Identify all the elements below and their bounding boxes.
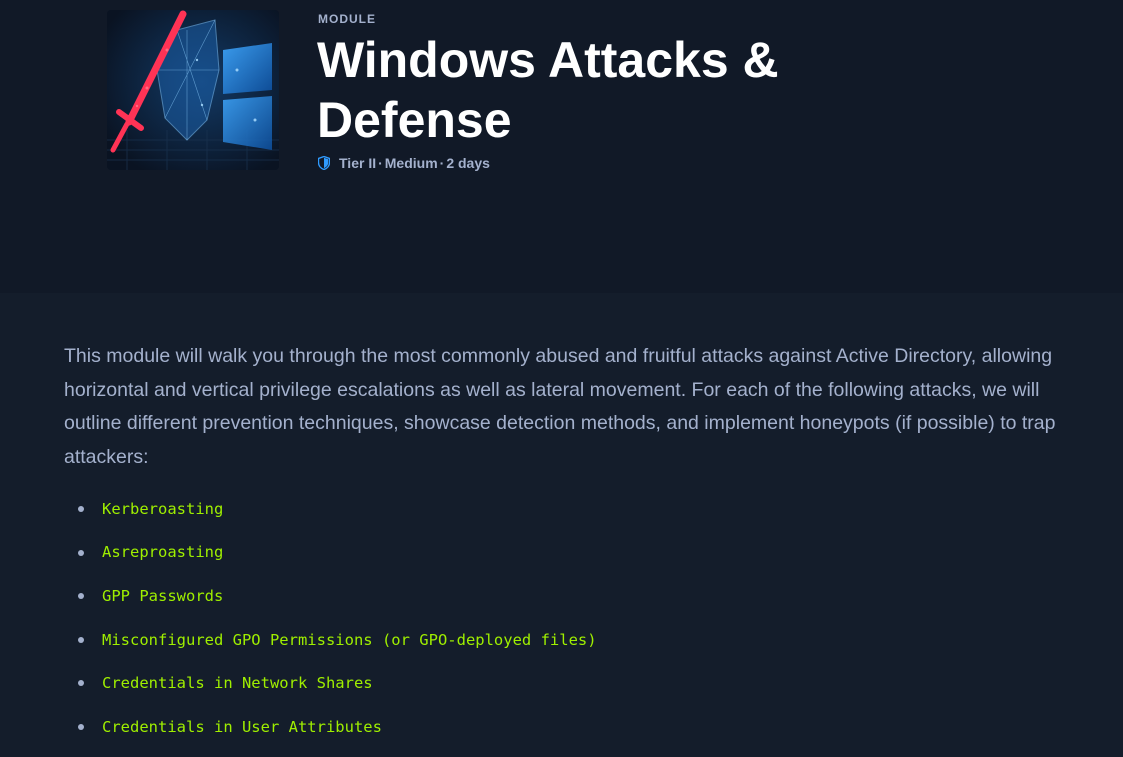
bullet-icon bbox=[78, 593, 84, 600]
bullet-icon bbox=[78, 549, 84, 556]
module-hero: MODULE Windows Attacks & Defense Tier II… bbox=[0, 0, 1123, 293]
bullet-icon bbox=[78, 636, 84, 643]
duration-label: 2 days bbox=[446, 155, 490, 171]
page-title: Windows Attacks & Defense bbox=[317, 32, 779, 148]
list-item: Kerberoasting bbox=[64, 487, 597, 531]
meta-separator: · bbox=[378, 155, 383, 171]
shield-icon bbox=[318, 156, 330, 170]
attack-name: Credentials in Network Shares bbox=[102, 674, 373, 693]
list-item: Asreproasting bbox=[64, 531, 597, 575]
module-eyebrow: MODULE bbox=[318, 12, 376, 26]
attack-name: Kerberoasting bbox=[102, 499, 224, 518]
list-item: Credentials in User Attributes bbox=[64, 705, 597, 749]
list-item: Credentials in Network Shares bbox=[64, 661, 597, 705]
bullet-icon bbox=[78, 506, 84, 512]
tier-label: Tier II bbox=[339, 155, 377, 171]
meta-separator: · bbox=[439, 155, 445, 171]
module-thumbnail bbox=[107, 10, 279, 170]
bullet-icon bbox=[78, 723, 84, 730]
bullet-icon bbox=[78, 680, 84, 687]
list-item: GPP Passwords bbox=[64, 574, 597, 618]
attack-name: Misconfigured GPO Permissions (or GPO-de… bbox=[102, 630, 597, 649]
list-item: Misconfigured GPO Permissions (or GPO-de… bbox=[64, 618, 597, 662]
module-description: This module will walk you through the mo… bbox=[64, 345, 1056, 468]
difficulty-label: Medium bbox=[384, 155, 438, 171]
attack-name: Asreproasting bbox=[102, 543, 224, 562]
sword-shield-windows-logo-image bbox=[107, 10, 279, 170]
module-meta: Tier II · Medium · 2 days bbox=[318, 155, 490, 171]
attack-name: Credentials in User Attributes bbox=[102, 717, 382, 736]
attack-name: GPP Passwords bbox=[102, 586, 224, 605]
attack-list: Kerberoasting Asreproasting GPP Password… bbox=[64, 487, 597, 749]
